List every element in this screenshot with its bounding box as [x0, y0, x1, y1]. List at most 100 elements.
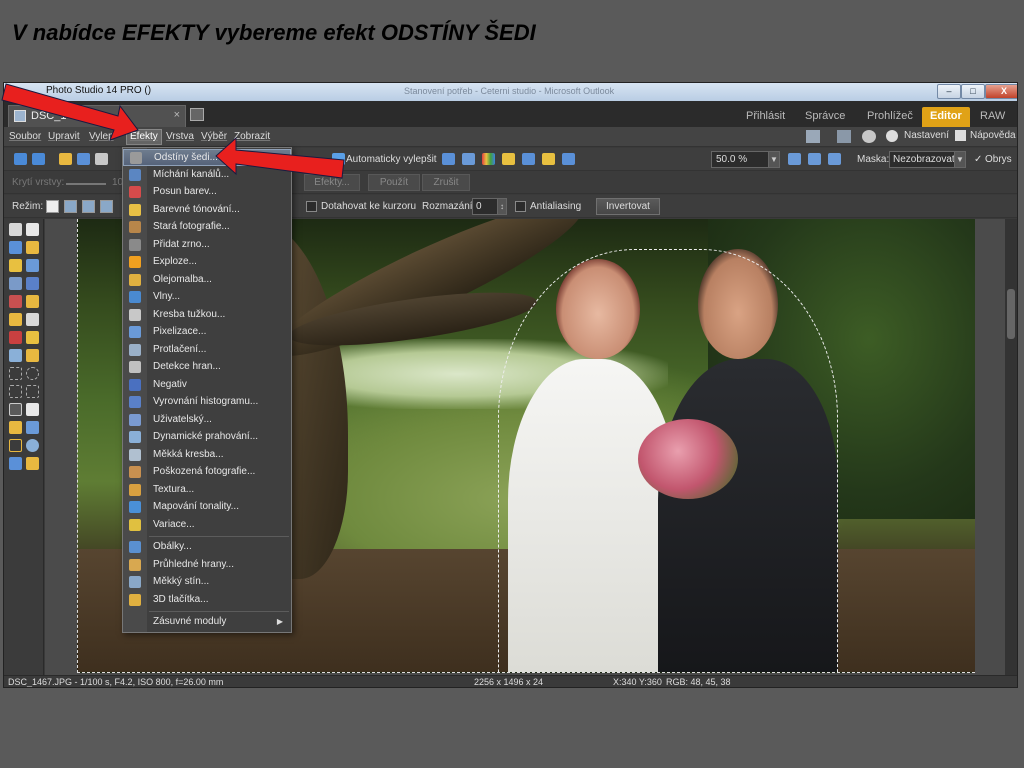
effects-icon[interactable] — [562, 153, 575, 165]
target-tool-icon[interactable] — [26, 457, 39, 470]
effects-menu-item[interactable]: Negativ — [123, 377, 291, 394]
menu-efekty[interactable]: Efekty — [126, 129, 162, 145]
auto-enhance-icon[interactable] — [332, 153, 345, 165]
levels-icon[interactable] — [462, 153, 475, 165]
dodge-tool-icon[interactable] — [9, 313, 22, 326]
new-selection-icon[interactable] — [46, 200, 59, 213]
effects-menu-item[interactable]: Uživatelský... — [123, 412, 291, 429]
cancel-button[interactable]: Zrušit — [422, 174, 470, 191]
zoom-dropdown-icon[interactable]: ▼ — [768, 151, 780, 168]
effects-menu-item[interactable]: Kresba tužkou... — [123, 307, 291, 324]
effects-button[interactable]: Efekty... — [304, 174, 360, 191]
menu-vyber[interactable]: Výběr — [201, 131, 227, 142]
menu-vylepsit[interactable]: Vylep — [89, 131, 114, 142]
vertical-scrollbar[interactable] — [1005, 219, 1017, 675]
red-eye-tool-icon[interactable] — [9, 295, 22, 308]
opacity-slider[interactable] — [66, 183, 106, 185]
adjust-icon[interactable] — [442, 153, 455, 165]
subtract-selection-icon[interactable] — [82, 200, 95, 213]
blur-stepper[interactable]: ↕ — [497, 198, 507, 215]
red-eye-icon[interactable] — [502, 153, 515, 165]
zoom-select[interactable]: 50.0 % — [711, 151, 769, 168]
effects-menu-item[interactable]: Přidat zrno... — [123, 237, 291, 254]
tab-login[interactable]: Přihlásit — [738, 107, 793, 127]
effects-menu-item[interactable]: Vlny... — [123, 289, 291, 306]
minimize-button[interactable]: – — [937, 84, 961, 99]
blur-input[interactable]: 0 — [472, 198, 498, 215]
fill-tool-icon[interactable] — [9, 349, 22, 362]
effects-menu-item[interactable]: Měkká kresba... — [123, 447, 291, 464]
effects-menu-item[interactable]: Variace... — [123, 517, 291, 534]
menu-upravit[interactable]: Upravit — [48, 131, 80, 142]
pencil-tool-icon[interactable] — [26, 331, 39, 344]
screen-icon[interactable] — [806, 130, 820, 143]
mask-select[interactable]: Nezobrazovat — [889, 151, 955, 168]
help-menu[interactable]: Nápověda — [970, 130, 1016, 141]
smudge-tool-icon[interactable] — [26, 313, 39, 326]
effects-menu-item[interactable]: Měkký stín... — [123, 574, 291, 591]
snap-checkbox[interactable] — [306, 201, 317, 212]
shape-tool-icon[interactable] — [26, 259, 39, 272]
stamp-tool-icon[interactable] — [26, 277, 39, 290]
ellipse-select-icon[interactable] — [26, 367, 39, 380]
mask-dropdown-icon[interactable]: ▼ — [954, 151, 966, 168]
effects-menu-item[interactable]: 3D tlačítka... — [123, 592, 291, 609]
open-folder-icon[interactable] — [59, 153, 72, 165]
apply-button[interactable]: Použít — [368, 174, 420, 191]
document-tab[interactable]: DSC_1 × — [8, 105, 186, 127]
effects-menu-item[interactable]: Mapování tonality... — [123, 499, 291, 516]
effects-menu-item[interactable]: Míchání kanálů... — [123, 167, 291, 184]
tab-editor[interactable]: Editor — [922, 107, 970, 127]
menu-soubor[interactable]: Soubor — [9, 131, 41, 142]
text-tool-icon[interactable] — [9, 259, 22, 272]
save-icon[interactable] — [77, 153, 90, 165]
effects-menu-item[interactable]: Pixelizace... — [123, 324, 291, 341]
new-tab-icon[interactable] — [190, 108, 204, 121]
select-brush-icon[interactable] — [9, 421, 22, 434]
effects-menu-item[interactable]: Průhledné hrany... — [123, 557, 291, 574]
antialias-checkbox[interactable] — [515, 201, 526, 212]
crop-tool-icon[interactable] — [9, 241, 22, 254]
sharpen-icon[interactable] — [522, 153, 535, 165]
tab-manager[interactable]: Správce — [797, 107, 853, 127]
effects-menu-item[interactable]: Obálky... — [123, 539, 291, 556]
hand-tool-icon[interactable] — [26, 223, 39, 236]
effects-menu-item[interactable]: Protlačení... — [123, 342, 291, 359]
color-icon[interactable] — [482, 153, 495, 165]
lasso-icon[interactable] — [9, 385, 22, 398]
fit-window-icon[interactable] — [788, 153, 801, 165]
omega-icon[interactable] — [26, 439, 39, 452]
fullscreen-icon[interactable] — [828, 153, 841, 165]
effects-menu-item[interactable]: Barevné tónování... — [123, 202, 291, 219]
menu-vrstva[interactable]: Vrstva — [166, 131, 194, 142]
help-icon[interactable] — [955, 130, 966, 141]
outline-check-icon[interactable]: ✓ — [974, 154, 982, 165]
magic-wand-icon[interactable] — [26, 403, 39, 416]
heal-tool-icon[interactable] — [26, 295, 39, 308]
crop-icon[interactable] — [542, 153, 555, 165]
add-selection-icon[interactable] — [64, 200, 77, 213]
intersect-selection-icon[interactable] — [100, 200, 113, 213]
effects-menu-item[interactable]: Odstíny šedi... — [123, 149, 291, 166]
clone-tool-icon[interactable] — [9, 277, 22, 290]
user-icon[interactable] — [862, 130, 876, 143]
straighten-tool-icon[interactable] — [26, 241, 39, 254]
scroll-thumb[interactable] — [1007, 289, 1015, 339]
invert-button[interactable]: Invertovat — [596, 198, 660, 215]
print-icon[interactable] — [837, 130, 851, 143]
tab-viewer[interactable]: Prohlížeč — [859, 107, 921, 127]
close-button[interactable]: X — [985, 84, 1017, 99]
effects-menu-item[interactable]: Vyrovnání histogramu... — [123, 394, 291, 411]
gear-icon[interactable] — [886, 130, 898, 142]
forward-arrow-icon[interactable] — [32, 153, 45, 165]
effects-menu-item[interactable]: Textura... — [123, 482, 291, 499]
print-icon[interactable] — [95, 153, 108, 165]
effects-menu-item[interactable]: Exploze... — [123, 254, 291, 271]
zoom-tool-icon[interactable] — [9, 223, 22, 236]
picture-tool-icon[interactable] — [9, 457, 22, 470]
effects-menu-item[interactable]: Zásuvné moduly ▶ — [123, 614, 291, 631]
select-edit-icon[interactable] — [26, 421, 39, 434]
close-tab-icon[interactable]: × — [174, 109, 180, 121]
effects-menu-item[interactable]: Poškozená fotografie... — [123, 464, 291, 481]
effects-menu-item[interactable]: Detekce hran... — [123, 359, 291, 376]
